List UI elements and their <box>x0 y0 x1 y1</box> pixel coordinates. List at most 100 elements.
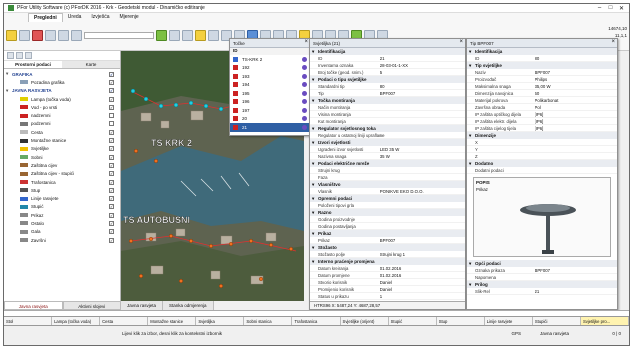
point-info-icon[interactable] <box>302 124 307 130</box>
close-icon[interactable]: × <box>459 39 463 45</box>
point-info-icon[interactable] <box>302 116 307 122</box>
layer-checkbox[interactable]: ✓ <box>109 229 114 235</box>
legend-item[interactable]: Linije rasvjete <box>485 317 533 325</box>
layer-checkbox[interactable]: ✓ <box>109 88 114 94</box>
zoom-in-icon[interactable] <box>58 29 69 41</box>
point-info-icon[interactable] <box>302 82 307 88</box>
attribute-value[interactable]: 60 <box>535 90 618 96</box>
highlight-icon[interactable] <box>195 29 206 41</box>
legend-item[interactable]: Lampa (točka voda) <box>52 317 101 325</box>
attribute-value[interactable]: LED 35 W <box>380 146 465 152</box>
section-header[interactable]: Podaci o tipu svjetiljke <box>310 76 465 83</box>
layer-checkbox[interactable]: ✓ <box>109 179 114 185</box>
attribute-value[interactable]: 5 <box>380 69 465 75</box>
layer-checkbox[interactable]: ✓ <box>109 129 114 135</box>
close-icon[interactable]: × <box>304 39 308 45</box>
layer-row[interactable]: Pozadina grafika ✓ <box>6 78 118 86</box>
attribute-value[interactable]: 80 <box>535 55 618 61</box>
layer-row[interactable]: podzemni <box>6 120 118 128</box>
section-header[interactable]: Podaci električne mreže <box>310 160 465 167</box>
layer-checkbox[interactable]: ✓ <box>109 79 114 85</box>
attribute-value[interactable]: 21 <box>535 288 618 294</box>
pan-icon[interactable] <box>45 29 56 41</box>
tab-karte[interactable]: Karte <box>62 61 120 68</box>
attribute-value[interactable] <box>380 167 465 173</box>
attribute-value[interactable] <box>380 223 465 229</box>
layer-checkbox[interactable]: ✓ <box>109 154 114 160</box>
map-tab-2[interactable]: Stanka odmjerenja <box>163 301 214 310</box>
layer-row[interactable]: ▾ JAVNA RASVJETA ✓ <box>6 87 118 95</box>
section-header[interactable]: Prikaz <box>310 230 465 237</box>
layer-row[interactable]: Svjetiljke ✓ <box>6 145 118 153</box>
layer-checkbox[interactable]: ✓ <box>109 138 114 144</box>
attribute-value[interactable] <box>535 139 618 145</box>
attribute-value[interactable] <box>380 202 465 208</box>
section-header[interactable]: Stožasto <box>310 244 465 251</box>
layer-checkbox[interactable] <box>109 113 114 119</box>
filter-layers-icon[interactable] <box>25 52 32 59</box>
minimize-icon[interactable]: – <box>594 4 605 12</box>
attribute-value[interactable] <box>535 153 618 159</box>
tab-izvjesca[interactable]: Izvješća <box>86 13 114 22</box>
point-list-item[interactable]: 197 <box>230 106 310 115</box>
attribute-value[interactable] <box>380 174 465 180</box>
layer-row[interactable]: Završni ✓ <box>6 236 118 244</box>
attribute-value[interactable] <box>380 216 465 222</box>
maximize-icon[interactable]: □ <box>605 4 616 12</box>
layer-checkbox[interactable]: ✓ <box>109 96 114 102</box>
legend-item[interactable]: Stupići <box>533 317 581 325</box>
attribute-value[interactable]: Strujni krug 1 <box>380 251 465 257</box>
legend-item[interactable]: Stup <box>437 317 485 325</box>
layer-row[interactable]: Linije rasvjete ✓ <box>6 194 118 202</box>
section-header[interactable]: Dimenzije <box>467 132 617 139</box>
expand-icon[interactable] <box>7 52 14 59</box>
attribute-value[interactable]: [IP6] <box>535 125 618 131</box>
point-list-item[interactable]: 192 <box>230 64 310 73</box>
layer-combo[interactable] <box>84 31 154 39</box>
layer-checkbox[interactable]: ✓ <box>109 146 114 152</box>
section-header[interactable]: Identifikacija <box>310 48 465 55</box>
attribute-value[interactable]: BPF007 <box>535 69 618 75</box>
layer-row[interactable]: Zaštitna cijev ✓ <box>6 161 118 169</box>
point-list-item[interactable]: 193 <box>230 72 310 81</box>
attribute-value[interactable]: ne <box>380 132 465 138</box>
legend-item[interactable]: Svjetiljka <box>196 317 245 325</box>
attribute-value[interactable]: BPF007 <box>380 90 465 96</box>
tab-pregledni[interactable]: Pregledni <box>28 13 63 22</box>
collapse-icon[interactable] <box>16 52 23 59</box>
layer-checkbox[interactable]: ✓ <box>109 212 114 218</box>
layer-row[interactable]: Prikaz ✓ <box>6 211 118 219</box>
attribute-value[interactable]: [IP6] <box>535 118 618 124</box>
tab-mjerenje[interactable]: Mjerenje <box>114 13 143 22</box>
legend-item[interactable]: Svjetiljke (orijent) <box>341 317 389 325</box>
attribute-value[interactable]: Daniel <box>380 286 465 292</box>
info-icon[interactable] <box>208 29 219 41</box>
attribute-value[interactable] <box>535 167 618 173</box>
select-icon[interactable] <box>169 29 180 41</box>
section-header[interactable]: Dodatno <box>467 160 617 167</box>
save-icon[interactable] <box>6 29 17 41</box>
layer-row[interactable]: Stupić ✓ <box>6 203 118 211</box>
attribute-value[interactable]: 1 <box>380 293 465 299</box>
attribute-value[interactable] <box>535 274 618 280</box>
legend-item[interactable]: Stol <box>4 317 53 325</box>
attribute-value[interactable] <box>380 118 465 124</box>
layer-checkbox[interactable]: ✓ <box>109 104 114 110</box>
point-info-icon[interactable] <box>302 107 307 113</box>
attribute-value[interactable]: 01.02.2016 <box>380 272 465 278</box>
delete-icon[interactable] <box>32 29 43 41</box>
attribute-value[interactable]: 01.02.2016 <box>380 265 465 271</box>
layer-checkbox[interactable]: ✓ <box>109 196 114 202</box>
layer-row[interactable]: Cesta ✓ <box>6 128 118 136</box>
measure-icon[interactable] <box>182 29 193 41</box>
layer-row[interactable]: Ostalo ✓ <box>6 219 118 227</box>
section-header[interactable]: Vlasništvo <box>310 181 465 188</box>
attribute-value[interactable]: 28-03-01-1-XX <box>380 62 465 68</box>
tab-javna-rasvjeta[interactable]: Javna rasvjeta <box>4 301 63 310</box>
layer-row[interactable]: Montažne stanice ✓ <box>6 136 118 144</box>
point-info-icon[interactable] <box>302 56 307 62</box>
zoom-out-icon[interactable] <box>71 29 82 41</box>
open-icon[interactable] <box>19 29 30 41</box>
layer-row[interactable]: ▾ GRAFIKA ✓ <box>6 70 118 78</box>
section-header[interactable]: Razno <box>310 209 465 216</box>
